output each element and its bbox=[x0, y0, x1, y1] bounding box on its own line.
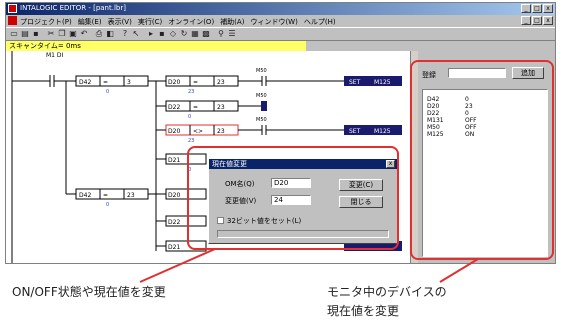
coil-instruction: SET bbox=[349, 79, 361, 86]
step-icon[interactable]: ▪ bbox=[157, 29, 167, 39]
maximize-button[interactable]: □ bbox=[532, 4, 542, 13]
toolbar: ▭ ▤ ▪ ✂ ❐ ▣ ↶ ⎙ ◧ ? ↖ ▸ ▪ ◇ ↻ ▦ ▩ ⚲ ☰ bbox=[6, 27, 555, 41]
menu-window[interactable]: ウィンドウ(W) bbox=[250, 17, 297, 27]
caption-right-line1: モニタ中のデバイスの bbox=[327, 285, 447, 299]
scan-time-bar: スキャンタイム= 0ms bbox=[6, 41, 306, 51]
coil-device: M125 bbox=[374, 79, 391, 86]
svg-text:0: 0 bbox=[188, 114, 191, 120]
print-preview-icon[interactable]: ◧ bbox=[105, 29, 115, 39]
copy-icon[interactable]: ❐ bbox=[57, 29, 67, 39]
compare-device: D21 bbox=[168, 157, 180, 164]
monitor-icon[interactable]: ◇ bbox=[168, 29, 178, 39]
new-file-icon[interactable]: ▭ bbox=[9, 29, 19, 39]
menu-bar: プロジェクト(P) 編集(E) 表示(V) 実行(C) オンライン(O) 補助(… bbox=[6, 15, 555, 27]
caption-left: ON/OFF状態や現在値を変更 bbox=[12, 285, 166, 299]
menu-project[interactable]: プロジェクト(P) bbox=[20, 17, 72, 27]
title-bar: INTALOGIC EDITOR - [pant.lbr] _ □ x bbox=[6, 3, 555, 15]
contact-active bbox=[261, 101, 267, 111]
compare-device: D22 bbox=[168, 104, 180, 111]
list-icon[interactable]: ☰ bbox=[227, 29, 237, 39]
child-close-button[interactable]: x bbox=[543, 16, 553, 25]
undo-icon[interactable]: ↶ bbox=[79, 29, 89, 39]
compare-value: 3 bbox=[127, 79, 131, 86]
monitor-highlight bbox=[410, 60, 554, 260]
compare-device: D42 bbox=[79, 192, 91, 199]
cut-icon[interactable]: ✂ bbox=[46, 29, 56, 39]
caption-right-line2: 現在値を変更 bbox=[327, 304, 400, 318]
menu-help[interactable]: ヘルプ(H) bbox=[304, 17, 336, 27]
menu-view[interactable]: 表示(V) bbox=[108, 17, 132, 27]
compare-device: D22 bbox=[168, 219, 180, 226]
print-icon[interactable]: ⎙ bbox=[94, 29, 104, 39]
run-icon[interactable]: ▸ bbox=[146, 29, 156, 39]
refresh-icon[interactable]: ↻ bbox=[179, 29, 189, 39]
compare-op: <> bbox=[193, 128, 203, 135]
svg-text:0: 0 bbox=[106, 89, 109, 95]
compare-device: D21 bbox=[168, 244, 180, 251]
compare-device: D20 bbox=[168, 79, 180, 86]
compare-value: 23 bbox=[217, 104, 225, 111]
child-maximize-button[interactable]: □ bbox=[532, 16, 542, 25]
question-icon[interactable]: ? bbox=[120, 29, 130, 39]
app-icon bbox=[8, 4, 17, 13]
open-folder-icon[interactable]: ▤ bbox=[20, 29, 30, 39]
compare-device: D20 bbox=[168, 128, 180, 135]
contact-label: M50 bbox=[256, 93, 267, 99]
menu-online[interactable]: オンライン(O) bbox=[168, 17, 214, 27]
contact-label: M50 bbox=[256, 68, 267, 74]
menu-run[interactable]: 実行(C) bbox=[138, 17, 162, 27]
svg-text:23: 23 bbox=[188, 89, 194, 95]
svg-text:0: 0 bbox=[106, 202, 109, 208]
compare-op: = bbox=[193, 79, 198, 86]
svg-text:23: 23 bbox=[188, 138, 194, 144]
coil-device: M125 bbox=[374, 128, 391, 135]
help-pointer-icon[interactable]: ↖ bbox=[131, 29, 141, 39]
search-icon[interactable]: ⚲ bbox=[216, 29, 226, 39]
close-button[interactable]: x bbox=[543, 4, 553, 13]
doc-icon bbox=[8, 16, 17, 25]
compare-device: D42 bbox=[79, 79, 91, 86]
compare-device: D20 bbox=[168, 192, 180, 199]
device-icon[interactable]: ▩ bbox=[201, 29, 211, 39]
compare-op: = bbox=[103, 192, 108, 199]
chip-icon[interactable]: ▦ bbox=[190, 29, 200, 39]
start-contact-label: M1 DI bbox=[46, 52, 64, 59]
compare-op: = bbox=[103, 79, 108, 86]
coil-instruction: SET bbox=[349, 128, 361, 135]
compare-value: 23 bbox=[217, 128, 225, 135]
child-minimize-button[interactable]: _ bbox=[521, 16, 531, 25]
menu-edit[interactable]: 編集(E) bbox=[78, 17, 102, 27]
compare-value: 23 bbox=[127, 192, 135, 199]
dialog-highlight bbox=[187, 146, 399, 250]
compare-value: 23 bbox=[217, 79, 225, 86]
compare-op: = bbox=[193, 104, 198, 111]
paste-icon[interactable]: ▣ bbox=[68, 29, 78, 39]
minimize-button[interactable]: _ bbox=[521, 4, 531, 13]
menu-assist[interactable]: 補助(A) bbox=[220, 17, 244, 27]
window-title: INTALOGIC EDITOR - [pant.lbr] bbox=[20, 4, 126, 12]
contact-label: M50 bbox=[256, 117, 267, 123]
save-icon[interactable]: ▪ bbox=[31, 29, 41, 39]
